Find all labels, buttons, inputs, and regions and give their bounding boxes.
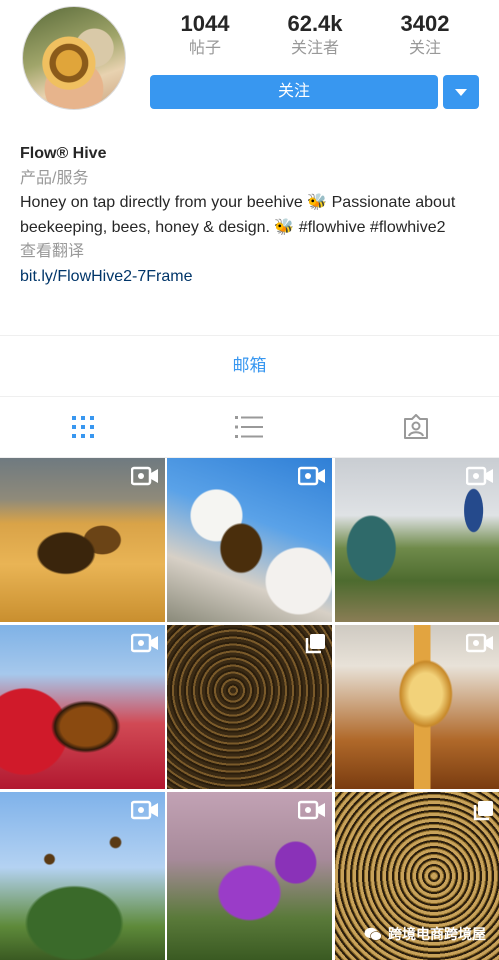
profile-category: 产品/服务 [20,169,89,187]
tab-tagged[interactable] [333,397,499,457]
video-camera-icon [466,466,493,486]
post-thumbnail[interactable]: 跨境电商跨境屋 [335,792,499,960]
follow-button[interactable]: 关注 [150,75,438,109]
tab-list[interactable] [166,397,332,457]
wechat-icon [364,927,382,941]
following-label: 关注 [408,40,441,57]
video-camera-icon [466,633,493,653]
post-thumbnail[interactable] [167,458,332,622]
post-thumbnail[interactable] [0,458,165,622]
video-camera-icon [131,633,158,653]
suggestions-dropdown-button[interactable] [443,75,479,109]
posts-stat[interactable]: 1044 帖子 [150,10,260,66]
chevron-down-icon [455,89,467,96]
post-thumbnail[interactable] [335,458,499,622]
tagged-icon [403,414,428,439]
profile-bio: Flow® Hive 产品/服务 Honey on tap directly f… [20,142,490,289]
tab-grid[interactable] [0,397,166,457]
followers-label: 关注者 [290,40,339,57]
post-thumbnail[interactable] [0,625,165,789]
video-camera-icon [131,466,158,486]
video-camera-icon [131,800,158,820]
posts-label: 帖子 [188,40,221,57]
profile-avatar[interactable] [22,6,126,110]
post-grid: 跨境电商跨境屋 [0,458,499,960]
profile-name: Flow® Hive [20,145,107,162]
post-thumbnail[interactable] [0,792,165,960]
profile-stats: 1044 帖子 62.4k 关注者 3402 关注 [150,10,480,66]
multiple-posts-icon [473,801,493,821]
watermark-text: 跨境电商跨境屋 [388,926,486,942]
see-translation-link[interactable]: 查看翻译 [20,240,490,265]
email-button[interactable]: 邮箱 [0,336,499,396]
video-camera-icon [298,466,325,486]
post-thumbnail[interactable] [167,625,332,789]
video-camera-icon [298,800,325,820]
posts-count: 1044 [180,11,230,36]
list-icon [235,416,264,438]
followers-count: 62.4k [287,11,343,36]
profile-description: Honey on tap directly from your beehive … [20,194,456,236]
post-thumbnail[interactable] [167,792,332,960]
watermark: 跨境电商跨境屋 [364,924,486,944]
followers-stat[interactable]: 62.4k 关注者 [260,10,370,66]
following-stat[interactable]: 3402 关注 [370,10,480,66]
post-thumbnail[interactable] [335,625,499,789]
following-count: 3402 [400,11,450,36]
grid-icon [72,416,95,438]
multiple-posts-icon [305,634,325,654]
profile-tab-bar [0,397,499,457]
profile-website-link[interactable]: bit.ly/FlowHive2-7Frame [20,265,490,290]
